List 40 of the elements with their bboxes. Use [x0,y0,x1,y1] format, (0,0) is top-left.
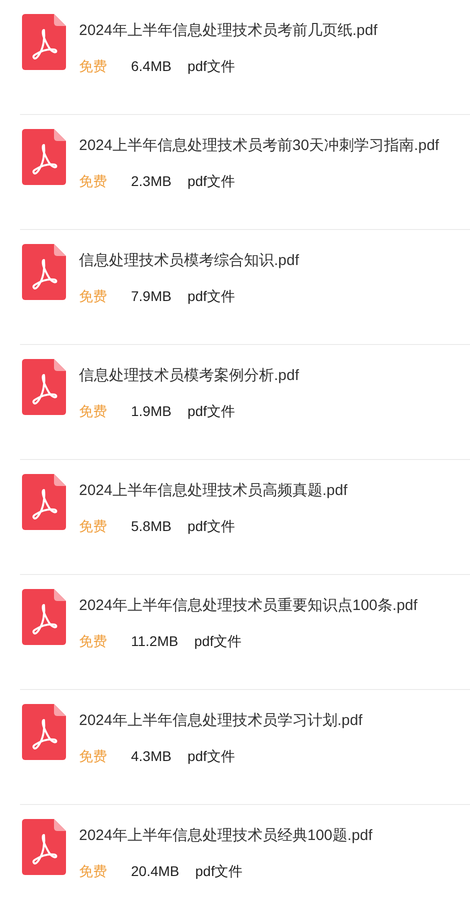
price-label: 免费 [79,747,107,766]
file-name[interactable]: 2024年上半年信息处理技术员重要知识点100条.pdf [79,596,418,616]
pdf-file-icon [22,359,66,415]
file-name[interactable]: 2024年上半年信息处理技术员考前几页纸.pdf [79,21,378,41]
price-label: 免费 [79,172,107,191]
pdf-file-icon [22,14,66,70]
file-type: pdf文件 [187,747,235,766]
pdf-file-icon [22,704,66,760]
file-size: 6.4MB [131,57,172,76]
file-size: 11.2MB [131,632,178,651]
price-label: 免费 [79,57,107,76]
price-label: 免费 [79,402,107,421]
file-type: pdf文件 [187,57,235,76]
file-size: 2.3MB [131,172,172,191]
file-name[interactable]: 2024年上半年信息处理技术员经典100题.pdf [79,826,372,846]
pdf-file-icon [22,129,66,185]
file-size: 7.9MB [131,287,172,306]
pdf-file-icon [22,474,66,530]
file-name[interactable]: 2024上半年信息处理技术员高频真题.pdf [79,481,348,501]
price-label: 免费 [79,287,107,306]
file-size: 4.3MB [131,747,172,766]
pdf-file-icon [22,244,66,300]
file-size: 5.8MB [131,517,172,536]
file-size: 20.4MB [131,862,180,881]
price-label: 免费 [79,862,107,881]
file-type: pdf文件 [187,172,235,191]
pdf-file-icon [22,819,66,875]
file-name[interactable]: 2024上半年信息处理技术员考前30天冲刺学习指南.pdf [79,136,440,156]
price-label: 免费 [79,632,107,651]
file-type: pdf文件 [187,517,235,536]
file-type: pdf文件 [187,402,235,421]
file-type: pdf文件 [194,632,242,651]
pdf-file-icon [22,589,66,645]
file-type: pdf文件 [187,287,235,306]
file-type: pdf文件 [195,862,243,881]
file-name[interactable]: 2024年上半年信息处理技术员学习计划.pdf [79,711,362,731]
file-size: 1.9MB [131,402,172,421]
price-label: 免费 [79,517,107,536]
file-name[interactable]: 信息处理技术员模考综合知识.pdf [79,251,300,271]
file-name[interactable]: 信息处理技术员模考案例分析.pdf [79,366,300,386]
